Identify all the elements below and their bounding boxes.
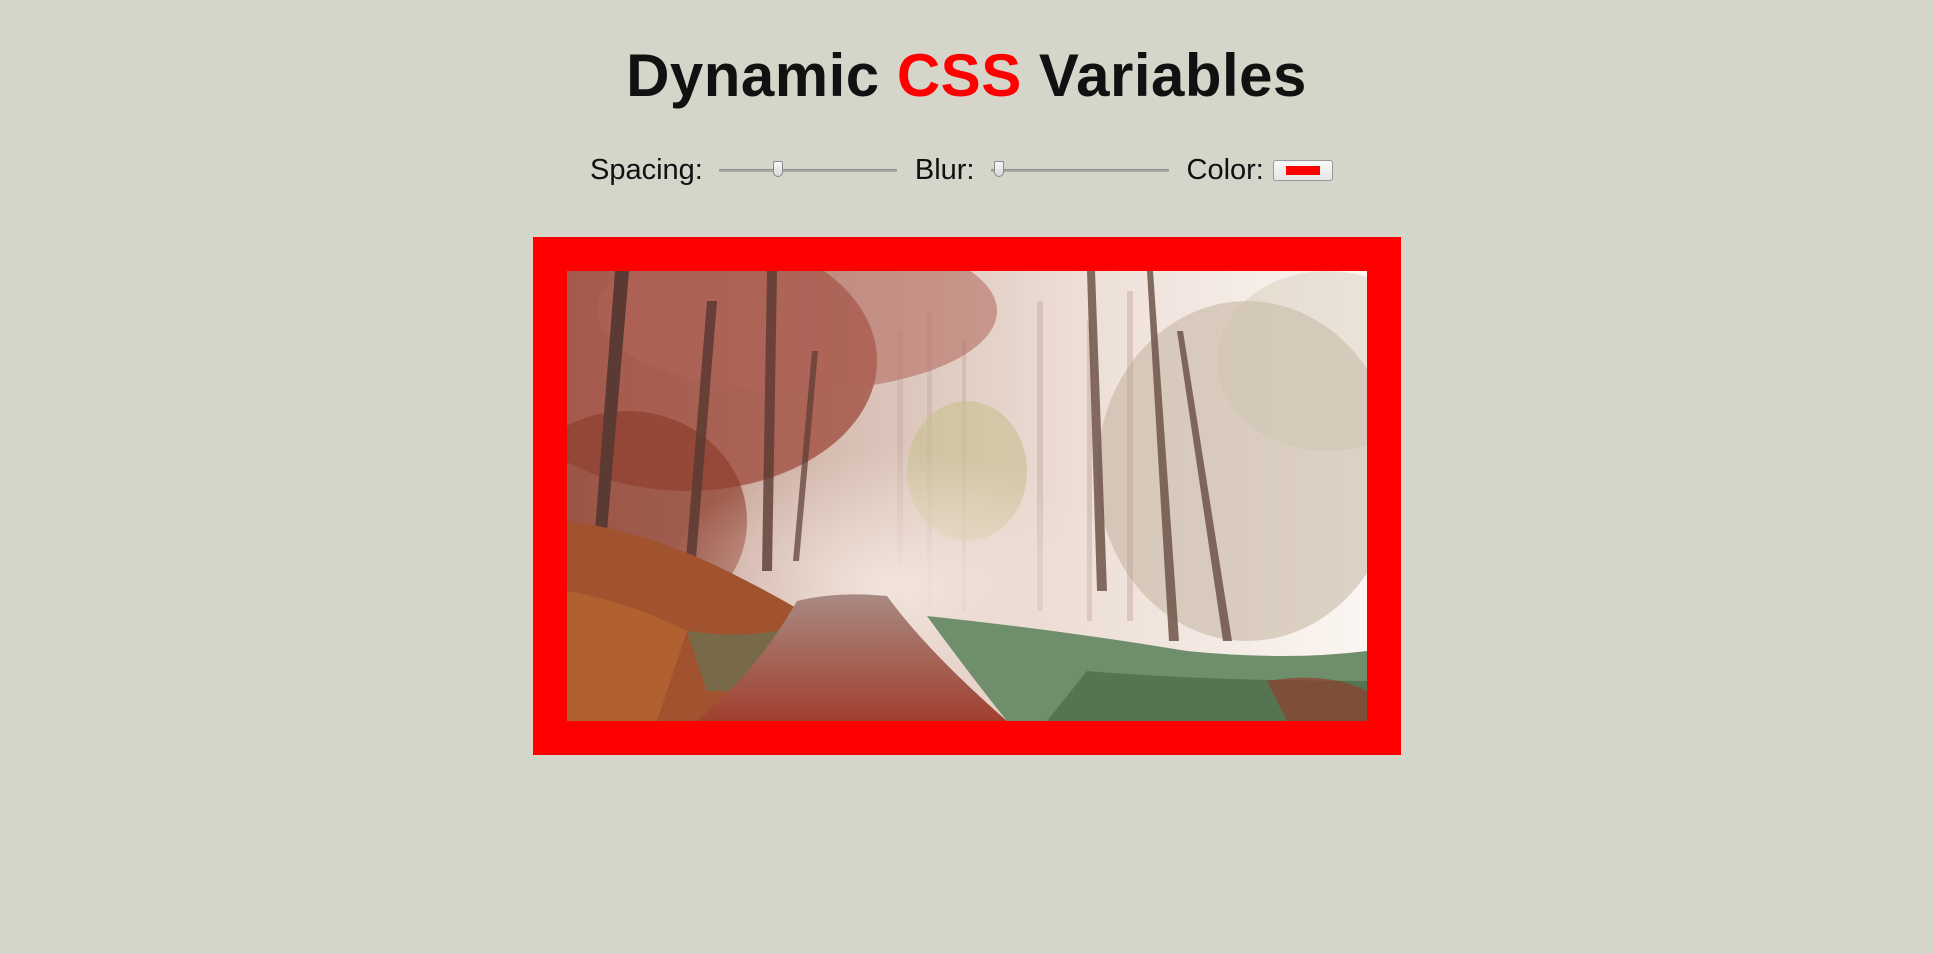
blur-slider[interactable] bbox=[990, 160, 1169, 180]
forest-photo bbox=[567, 271, 1367, 721]
spacing-slider[interactable] bbox=[718, 160, 897, 180]
blur-slider-track bbox=[990, 169, 1169, 172]
title-part-2: Variables bbox=[1021, 42, 1307, 109]
page-title: Dynamic CSS Variables bbox=[0, 40, 1933, 112]
title-highlight: CSS bbox=[896, 42, 1022, 109]
image-frame bbox=[533, 237, 1401, 755]
spacing-slider-track bbox=[718, 169, 897, 172]
color-label: Color: bbox=[1186, 153, 1264, 186]
title-part-1: Dynamic bbox=[626, 42, 897, 109]
color-picker[interactable] bbox=[1272, 159, 1333, 181]
blur-slider-thumb[interactable] bbox=[994, 161, 1005, 177]
spacing-slider-thumb[interactable] bbox=[772, 161, 783, 177]
controls-bar: Spacing: Blur: Color: bbox=[590, 146, 1333, 194]
spacing-label: Spacing: bbox=[590, 153, 703, 186]
color-swatch bbox=[1285, 165, 1320, 175]
blur-label: Blur: bbox=[914, 153, 975, 186]
